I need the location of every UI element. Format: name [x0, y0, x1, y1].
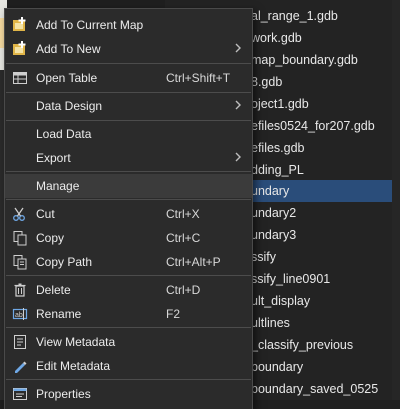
menu-item-delete[interactable]: Delete Ctrl+D: [5, 278, 252, 302]
menu-item-rename[interactable]: ab Rename F2: [5, 302, 252, 326]
catalog-item-label: undary2: [251, 206, 297, 220]
menu-item-shortcut: Ctrl+C: [166, 231, 201, 245]
chevron-right-icon: [235, 100, 241, 110]
chevron-right-icon: [235, 152, 241, 162]
menu-separator: [6, 171, 251, 172]
menu-item-shortcut: Ctrl+D: [166, 283, 201, 297]
add-to-new-icon: [13, 41, 26, 55]
menu-item-cut[interactable]: Cut Ctrl+X: [5, 202, 252, 226]
menu-separator: [6, 120, 251, 121]
catalog-item-label: 8.gdb: [251, 75, 283, 89]
svg-text:ab: ab: [15, 312, 23, 319]
catalog-item-label: efiles.gdb: [251, 141, 305, 155]
catalog-item-label: ultlines: [251, 316, 290, 330]
menu-item-add-to-current-map[interactable]: Add To Current Map: [5, 13, 252, 37]
catalog-item-label: undary3: [251, 228, 297, 242]
context-menu: Add To Current Map Add To New Open Table…: [4, 8, 253, 409]
menu-item-label: Add To New: [36, 42, 101, 56]
catalog-item-label: ssify_line0901: [251, 272, 331, 286]
menu-item-shortcut: Ctrl+Alt+P: [166, 255, 221, 269]
rename-icon: ab: [12, 308, 28, 320]
catalog-item-label: efiles0524_for207.gdb: [251, 119, 375, 133]
menu-item-label: Load Data: [36, 127, 92, 141]
menu-item-label: Properties: [36, 387, 91, 401]
trash-icon: [14, 283, 26, 297]
catalog-scrollbar[interactable]: [392, 0, 400, 400]
catalog-item-label: boundary: [251, 360, 304, 374]
catalog-item-label: ult_display: [251, 294, 311, 308]
menu-separator: [6, 327, 251, 328]
menu-item-label: Export: [36, 151, 71, 165]
menu-item-label: View Metadata: [36, 335, 116, 349]
catalog-item-label: oject1.gdb: [251, 97, 309, 111]
menu-item-label: Edit Metadata: [36, 359, 111, 373]
table-icon: [13, 72, 27, 84]
catalog-item-label: map_boundary.gdb: [251, 53, 358, 67]
menu-item-manage[interactable]: Manage: [5, 174, 252, 198]
menu-item-label: Copy Path: [36, 255, 93, 269]
catalog-item-label: ssify: [251, 250, 276, 264]
menu-separator: [6, 63, 251, 64]
catalog-item-label: boundary_saved_0525: [251, 382, 379, 396]
copy-icon: [13, 231, 27, 246]
menu-item-label: Cut: [36, 207, 55, 221]
menu-item-label: Delete: [36, 283, 71, 297]
menu-item-export[interactable]: Export: [5, 146, 252, 170]
chevron-right-icon: [235, 43, 241, 53]
menu-separator: [6, 92, 251, 93]
menu-separator: [6, 275, 251, 276]
catalog-item-label: work.gdb: [251, 31, 302, 45]
catalog-item-label: al_range_1.gdb: [251, 9, 338, 23]
menu-item-copy-path[interactable]: Copy Path Ctrl+Alt+P: [5, 250, 252, 274]
menu-item-label: Open Table: [36, 71, 98, 85]
menu-separator: [6, 199, 251, 200]
menu-item-edit-metadata[interactable]: Edit Metadata: [5, 354, 252, 378]
menu-item-label: Add To Current Map: [36, 18, 144, 32]
catalog-item-label: undary: [251, 184, 290, 198]
menu-separator: [6, 379, 251, 380]
menu-item-properties[interactable]: Properties: [5, 382, 252, 406]
add-to-map-icon: [13, 17, 26, 31]
catalog-item-label: dding_PL: [251, 163, 304, 177]
copy-path-icon: [13, 255, 27, 270]
menu-item-shortcut: Ctrl+X: [166, 207, 200, 221]
menu-item-label: Rename: [36, 307, 82, 321]
edit-metadata-icon: [15, 361, 27, 373]
menu-item-shortcut: Ctrl+Shift+T: [166, 71, 231, 85]
menu-item-view-metadata[interactable]: View Metadata: [5, 330, 252, 354]
menu-item-add-to-new[interactable]: Add To New: [5, 37, 252, 61]
menu-item-copy[interactable]: Copy Ctrl+C: [5, 226, 252, 250]
menu-item-data-design[interactable]: Data Design: [5, 94, 252, 118]
menu-item-label: Manage: [36, 179, 80, 193]
view-metadata-icon: [14, 335, 26, 349]
scissors-icon: [13, 207, 25, 221]
menu-item-open-table[interactable]: Open Table Ctrl+Shift+T: [5, 66, 252, 90]
catalog-item-label: _classify_previous: [251, 338, 354, 352]
menu-item-label: Copy: [36, 231, 65, 245]
menu-item-label: Data Design: [36, 99, 103, 113]
menu-item-load-data[interactable]: Load Data: [5, 122, 252, 146]
menu-item-shortcut: F2: [166, 307, 181, 321]
